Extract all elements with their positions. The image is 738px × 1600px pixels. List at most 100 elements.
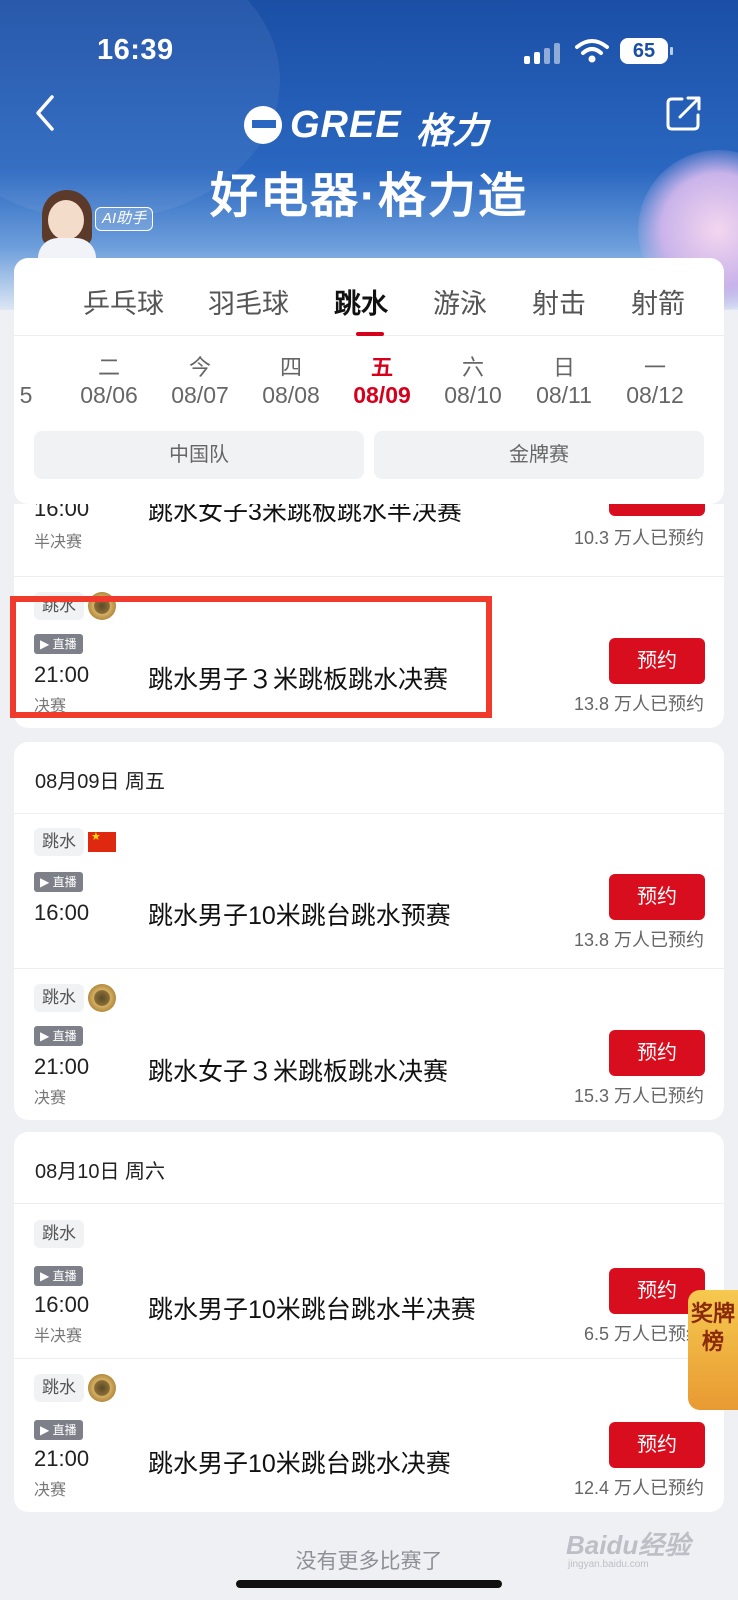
reserve-button[interactable]: 预约 <box>609 874 705 920</box>
date-item-0812[interactable]: 一 08/12 <box>622 350 688 409</box>
battery-icon: 65 <box>620 38 673 64</box>
tab-diving[interactable]: 跳水 <box>334 282 388 321</box>
reserve-count: 13.8 万人已预约 <box>573 694 704 714</box>
match-card-0810: 08月10日 周六 跳水 ▶ 直播 16:00 半决赛 跳水男子10米跳台跳水半… <box>14 1132 724 1512</box>
date-value: 08/12 <box>626 382 684 408</box>
date-item-0809[interactable]: 五 08/09 <box>349 350 415 409</box>
match-title: 跳水男子10米跳台跳水半决赛 <box>148 1296 476 1324</box>
match-time: 21:00 <box>34 1054 90 1079</box>
live-badge: ▶ 直播 <box>34 1026 83 1046</box>
date-value: 08/09 <box>353 382 411 408</box>
date-item-0806[interactable]: 二 08/06 <box>76 350 142 409</box>
date-item-0810[interactable]: 六 08/10 <box>440 350 506 409</box>
sport-tag: 跳水 <box>34 1220 84 1248</box>
date-weekday: 二 <box>97 355 120 380</box>
date-value: 08/10 <box>444 382 502 408</box>
sport-tag: 跳水 <box>34 828 84 856</box>
gold-medal-icon <box>88 1374 116 1402</box>
match-title: 跳水男子10米跳台跳水决赛 <box>148 1450 451 1478</box>
match-title: 跳水男子10米跳台跳水预赛 <box>148 902 451 930</box>
match-row[interactable]: 跳水 ▶ 直播 21:00 决赛 跳水女子３米跳板跳水决赛 预约 15.3 万人… <box>14 968 724 1120</box>
match-time: 16:00 <box>34 504 90 521</box>
watermark-text: Baidu经验 <box>566 1530 691 1560</box>
date-value: 08/08 <box>262 382 320 408</box>
date-item-0811[interactable]: 日 08/11 <box>531 350 597 409</box>
date-header: 08月10日 周六 <box>14 1132 724 1204</box>
tab-shooting[interactable]: 射击 <box>532 282 586 321</box>
reserve-count: 10.3 万人已预约 <box>573 528 704 548</box>
match-row-partial[interactable]: 16:00 半决赛 跳水女子3米跳板跳水半决赛 10.3 万人已预约 <box>14 504 724 576</box>
match-title: 跳水女子3米跳板跳水半决赛 <box>148 504 462 526</box>
match-stage: 决赛 <box>34 1482 67 1499</box>
match-card-0809: 08月09日 周五 跳水 ▶ 直播 16:00 跳水男子10米跳台跳水预赛 预约… <box>14 742 724 1120</box>
live-badge: ▶ 直播 <box>34 1420 83 1440</box>
home-indicator[interactable] <box>236 1580 502 1588</box>
match-row[interactable]: 跳水 ▶ 直播 16:00 跳水男子10米跳台跳水预赛 预约 13.8 万人已预… <box>14 814 724 968</box>
wifi-icon <box>575 39 609 63</box>
tab-pingpong[interactable]: 乒乓球 <box>83 282 164 321</box>
tab-badminton[interactable]: 羽毛球 <box>208 282 289 321</box>
date-weekday: 日 <box>552 355 575 380</box>
watermark-url: jingyan.baidu.com <box>568 1559 649 1570</box>
match-row[interactable]: 跳水 ▶ 直播 16:00 半决赛 跳水男子10米跳台跳水半决赛 预约 6.5 … <box>14 1204 724 1358</box>
baidu-watermark: Baidu经验 jingyan.baidu.com <box>566 1525 691 1570</box>
battery-level: 65 <box>632 40 656 62</box>
status-bar: 16:39 65 <box>0 30 738 70</box>
date-value: 08/06 <box>80 382 138 408</box>
sport-tabs: 乒乓球 羽毛球 跳水 游泳 射击 射箭 <box>14 258 724 336</box>
brand-name: GREE <box>290 104 402 146</box>
match-time: 16:00 <box>34 900 90 925</box>
match-time: 16:00 <box>34 1292 90 1317</box>
date-value: 08/11 <box>536 382 592 408</box>
reserve-button[interactable]: 预约 <box>609 1030 705 1076</box>
ai-assistant-avatar[interactable] <box>38 188 96 258</box>
date-header-label: 08月10日 周六 <box>35 1161 166 1183</box>
china-flag-icon <box>88 830 116 852</box>
tab-swimming[interactable]: 游泳 <box>433 282 487 321</box>
brand-name-cn: 格力 <box>416 110 489 151</box>
back-icon[interactable] <box>32 93 72 133</box>
reserve-count: 15.3 万人已预约 <box>573 1086 704 1106</box>
reserve-count: 6.5 万人已预约 <box>583 1324 704 1344</box>
match-stage: 决赛 <box>34 1090 67 1107</box>
date-weekday: 五 <box>370 355 393 380</box>
reserve-count: 12.4 万人已预约 <box>573 1478 704 1498</box>
date-header-label: 08月09日 周五 <box>35 771 166 793</box>
gree-logo-mark <box>244 106 282 144</box>
status-time: 16:39 <box>97 34 174 66</box>
gree-logo: GREE 格力 <box>240 100 500 151</box>
tab-archery[interactable]: 射箭 <box>631 282 685 321</box>
date-item-0808[interactable]: 四 08/08 <box>258 350 324 409</box>
match-stage: 半决赛 <box>34 534 83 551</box>
live-badge: ▶ 直播 <box>34 872 83 892</box>
date-weekday: 四 <box>279 355 302 380</box>
date-value: 08/07 <box>171 382 229 408</box>
reserve-button[interactable]: 预约 <box>609 638 705 684</box>
reserve-button[interactable] <box>609 504 705 516</box>
share-icon[interactable] <box>664 93 704 133</box>
active-tab-indicator <box>356 332 384 336</box>
match-time: 21:00 <box>34 1446 90 1471</box>
sport-tag: 跳水 <box>34 984 84 1012</box>
cellular-signal-icon <box>524 42 562 64</box>
date-weekday: 一 <box>643 355 666 380</box>
filter-panel: 乒乓球 羽毛球 跳水 游泳 射击 射箭 5 二 08/06 今 08/07 四 … <box>14 258 724 504</box>
date-item-0807[interactable]: 今 08/07 <box>167 350 233 409</box>
sport-tag: 跳水 <box>34 1374 84 1402</box>
reserve-count: 13.8 万人已预约 <box>573 930 704 950</box>
highlight-box <box>10 596 492 718</box>
date-weekday: 今 <box>188 355 211 380</box>
date-header: 08月09日 周五 <box>14 742 724 814</box>
reserve-button[interactable]: 预约 <box>609 1422 705 1468</box>
match-row[interactable]: 跳水 ▶ 直播 21:00 决赛 跳水男子10米跳台跳水决赛 预约 12.4 万… <box>14 1358 724 1512</box>
filter-gold-medal[interactable]: 金牌赛 <box>374 431 704 479</box>
match-title: 跳水女子３米跳板跳水决赛 <box>148 1058 449 1086</box>
live-badge: ▶ 直播 <box>34 1266 83 1286</box>
filter-china-team[interactable]: 中国队 <box>34 431 364 479</box>
date-weekday: 六 <box>461 355 484 380</box>
ai-assistant-badge[interactable]: AI助手 <box>95 207 154 231</box>
date-item-partial[interactable]: 5 <box>14 350 46 409</box>
medal-ranking-tab[interactable]: 奖牌榜 <box>688 1290 738 1410</box>
gold-medal-icon <box>88 984 116 1012</box>
match-stage: 半决赛 <box>34 1328 83 1345</box>
